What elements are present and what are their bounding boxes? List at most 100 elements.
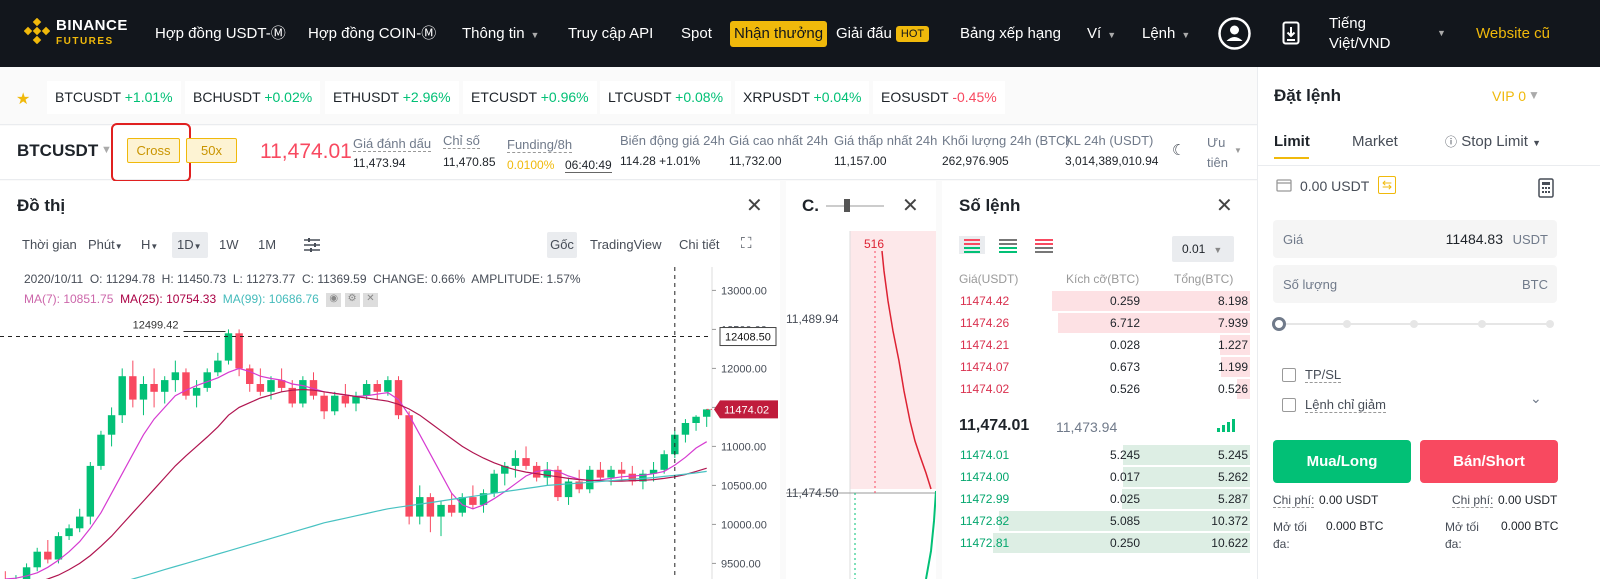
nav-wallet[interactable]: Ví ▼ xyxy=(1087,0,1116,67)
slider-stop[interactable] xyxy=(1410,320,1418,328)
preferences-line2: tiên xyxy=(1207,155,1228,170)
ask-row[interactable]: 11474.07 0.673 1.199 xyxy=(960,356,1250,378)
view-tradingview[interactable]: TradingView xyxy=(590,237,662,252)
nav-leaderboard[interactable]: Bảng xếp hạng xyxy=(960,0,1061,67)
fullscreen-icon[interactable]: ⛶ xyxy=(741,235,752,252)
nav-tournament[interactable]: Giải đấu HOT xyxy=(836,0,930,67)
tab-limit[interactable]: Limit xyxy=(1274,133,1310,150)
slider-handle[interactable] xyxy=(1272,317,1286,331)
moon-icon[interactable]: ☾ xyxy=(1172,141,1185,159)
interval-minute[interactable]: Phút▼ xyxy=(88,237,123,252)
ticker-etcusdt[interactable]: ETCUSDT +0.96% xyxy=(463,81,597,114)
precision-select[interactable]: 0.01 ▼ xyxy=(1172,236,1234,262)
sell-short-button[interactable]: Bán/Short xyxy=(1420,440,1558,483)
nav-api[interactable]: Truy cập API xyxy=(568,0,653,67)
asks-view-icon[interactable] xyxy=(1035,239,1053,253)
close-icon[interactable]: ✕ xyxy=(902,193,919,218)
buy-long-button[interactable]: Mua/Long xyxy=(1273,440,1411,483)
candle-body xyxy=(511,458,520,466)
margin-mode-button[interactable]: Cross xyxy=(127,138,180,163)
tab-stop-limit[interactable]: ⓘ Stop Limit ▼ xyxy=(1445,133,1541,150)
candle-body xyxy=(75,516,84,529)
ticker-ltcusdt[interactable]: LTCUSDT +0.08% xyxy=(600,81,732,114)
slider-stop[interactable] xyxy=(1478,320,1486,328)
nav-spot[interactable]: Spot xyxy=(681,0,712,67)
ask-row[interactable]: 11474.02 0.526 0.526 xyxy=(960,378,1250,400)
calculator-icon[interactable] xyxy=(1538,178,1554,198)
close-icon[interactable]: ✕ xyxy=(746,193,763,218)
eye-icon[interactable]: ◉ xyxy=(326,292,342,307)
transfer-icon[interactable]: ⇆ xyxy=(1378,176,1396,194)
nav-info[interactable]: Thông tin ▼ xyxy=(462,0,539,67)
bids-view-icon[interactable] xyxy=(999,239,1017,253)
bid-row[interactable]: 11474.00 0.017 5.262 xyxy=(960,466,1250,488)
cell-price: 11474.26 xyxy=(960,316,1010,330)
symbol-info-bar: BTCUSDT ▼ Cross 50x 11,474.01 Giá đánh d… xyxy=(0,123,1280,182)
nav-coin-futures[interactable]: Hợp đồng COIN-Ⓜ xyxy=(308,0,436,67)
settings-icon[interactable]: ⚙ xyxy=(344,292,360,307)
price-input[interactable]: Giá 11484.83 USDT xyxy=(1273,220,1557,258)
max-open-line2: đa: xyxy=(1273,537,1290,551)
old-website-link[interactable]: Website cũ xyxy=(1476,0,1550,67)
vip-level[interactable]: VIP 0 xyxy=(1492,88,1526,104)
indicator-settings-icon[interactable] xyxy=(304,238,320,252)
depth-zoom-slider[interactable] xyxy=(826,205,884,207)
ask-row[interactable]: 11474.42 0.259 8.198 xyxy=(960,290,1250,312)
ask-row[interactable]: 11474.26 6.712 7.939 xyxy=(960,312,1250,334)
candle-body xyxy=(447,504,456,513)
candle-body xyxy=(256,384,265,392)
funding-label: Funding/8h xyxy=(507,137,573,153)
slider-handle[interactable] xyxy=(844,199,850,212)
user-account-icon[interactable] xyxy=(1218,17,1251,50)
nav-orders[interactable]: Lệnh ▼ xyxy=(1142,0,1190,67)
bid-row[interactable]: 11472.81 0.250 10.622 xyxy=(960,532,1250,554)
double-chevron-down-icon[interactable]: ⌄ xyxy=(1530,390,1542,407)
star-icon[interactable]: ★ xyxy=(16,89,30,109)
chevron-down-icon[interactable]: ▼ xyxy=(1234,146,1242,155)
reduce-only-checkbox[interactable] xyxy=(1282,398,1296,412)
interval-1m[interactable]: 1M xyxy=(258,237,276,252)
candle-body xyxy=(331,395,339,412)
language-selector[interactable]: Tiếng Việt/VND xyxy=(1329,14,1390,54)
chevron-down-icon[interactable]: ▼ xyxy=(1528,88,1540,102)
interval-time[interactable]: Thời gian xyxy=(22,237,77,252)
view-original[interactable]: Gốc xyxy=(547,232,577,258)
cell-price: 11474.42 xyxy=(960,294,1010,308)
chart-panel: Đồ thị ✕ Thời gian Phút▼ H▼ 1D▼ 1W 1M Gố… xyxy=(0,181,780,579)
symbol-name[interactable]: BTCUSDT xyxy=(17,141,98,161)
tab-market[interactable]: Market xyxy=(1352,133,1398,150)
bid-row[interactable]: 11472.82 5.085 10.372 xyxy=(960,510,1250,532)
slider-stop[interactable] xyxy=(1546,320,1554,328)
ticker-btcusdt[interactable]: BTCUSDT +1.01% xyxy=(47,81,181,114)
ticker-change: +0.02% xyxy=(264,89,313,105)
candlestick-chart[interactable]: 12499.4213000.0012500.0012000.0011500.00… xyxy=(0,267,780,579)
preferences-button[interactable]: Ưu tiên xyxy=(1207,133,1228,173)
max-open-buy: 0.000 BTC xyxy=(1326,519,1384,533)
leverage-button[interactable]: 50x xyxy=(186,138,237,163)
bid-row[interactable]: 11472.99 0.025 5.287 xyxy=(960,488,1250,510)
interval-hour[interactable]: H▼ xyxy=(141,237,158,252)
close-icon[interactable]: ✕ xyxy=(1216,193,1233,218)
ticker-bchusdt[interactable]: BCHUSDT +0.02% xyxy=(185,81,321,114)
nav-usdt-futures[interactable]: Hợp đồng USDT-Ⓜ xyxy=(155,0,286,67)
ticker-ethusdt[interactable]: ETHUSDT +2.96% xyxy=(325,81,459,114)
remove-icon[interactable]: ✕ xyxy=(362,292,378,307)
ticker-eosusdt[interactable]: EOSUSDT -0.45% xyxy=(873,81,1005,114)
slider-stop[interactable] xyxy=(1343,320,1351,328)
cell-size: 0.025 xyxy=(1109,492,1140,506)
ticker-strip: ★ BTCUSDT +1.01% BCHUSDT +0.02% ETHUSDT … xyxy=(0,67,1280,125)
ticker-change: +0.96% xyxy=(540,89,589,105)
nav-rewards[interactable]: Nhận thưởng xyxy=(730,0,828,67)
download-app-icon[interactable] xyxy=(1282,21,1300,45)
tpsl-checkbox[interactable] xyxy=(1282,368,1296,382)
cell-price: 11472.99 xyxy=(960,492,1010,506)
bid-row[interactable]: 11474.01 5.245 5.245 xyxy=(960,444,1250,466)
interval-1w[interactable]: 1W xyxy=(219,237,239,252)
ticker-xrpusdt[interactable]: XRPUSDT +0.04% xyxy=(735,81,870,114)
view-depth[interactable]: Chi tiết xyxy=(679,237,719,252)
interval-1d[interactable]: 1D▼ xyxy=(172,232,208,258)
quantity-input[interactable]: Số lượng BTC xyxy=(1273,265,1557,303)
ask-row[interactable]: 11474.21 0.028 1.227 xyxy=(960,334,1250,356)
binance-logo[interactable]: BINANCE FUTURES xyxy=(24,14,134,54)
depth-title: C. xyxy=(802,196,819,215)
